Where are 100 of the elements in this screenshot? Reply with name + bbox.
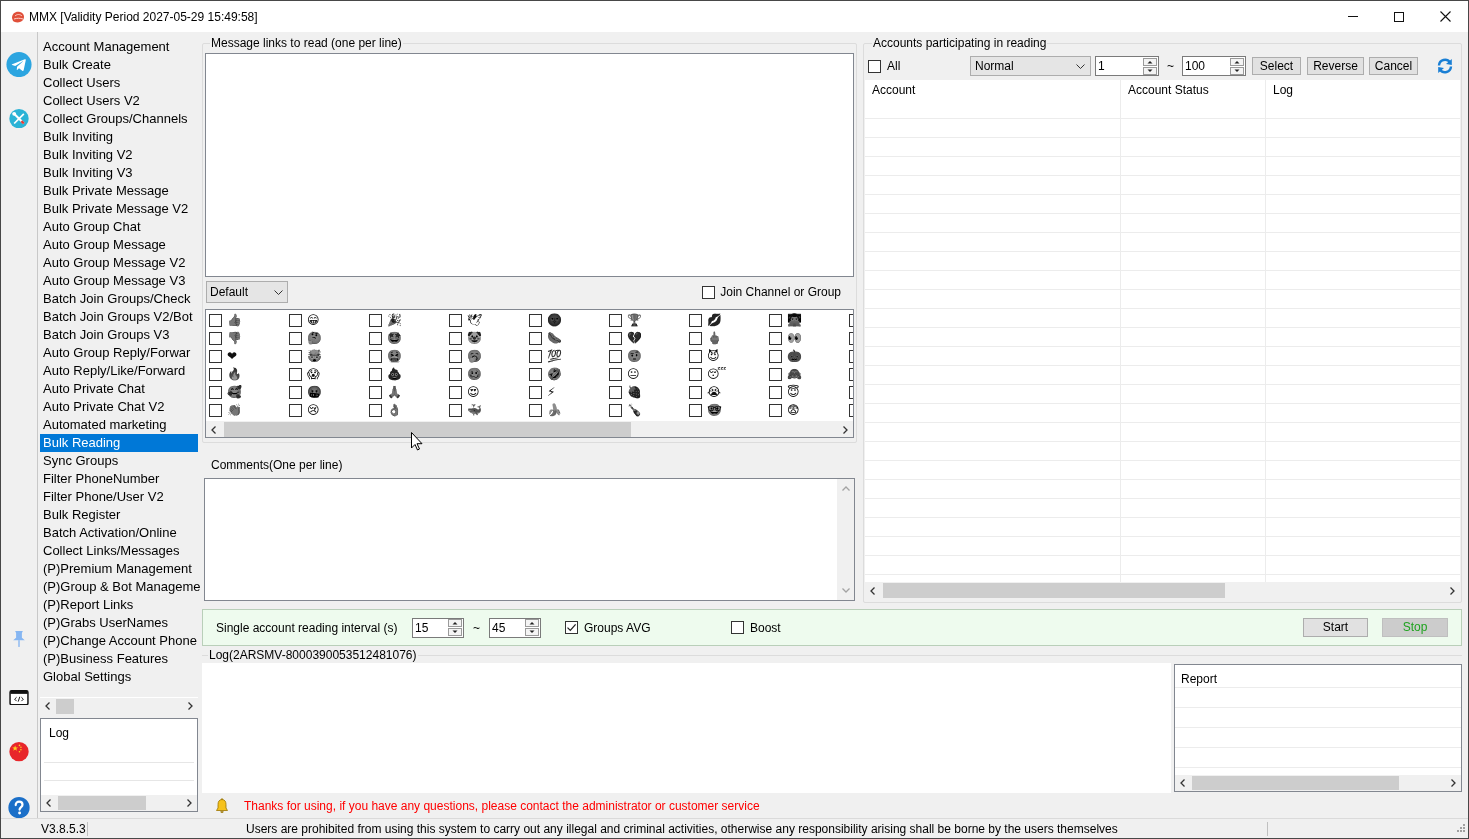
checkbox[interactable]: [369, 367, 382, 381]
column-header[interactable]: Account: [865, 80, 1121, 100]
sidebar-item[interactable]: (P)Grabs UserNames: [40, 614, 198, 632]
number-field[interactable]: 1: [1095, 56, 1159, 76]
sidebar-item[interactable]: Bulk Private Message: [40, 182, 198, 200]
resize-grip-icon[interactable]: [1455, 823, 1465, 834]
checkbox[interactable]: [209, 385, 222, 399]
checkbox[interactable]: [529, 313, 542, 327]
checkbox[interactable]: [769, 385, 782, 399]
spin-up-icon[interactable]: [1143, 57, 1157, 66]
checkbox[interactable]: [369, 313, 382, 327]
sidebar-item[interactable]: Global Settings: [40, 668, 198, 686]
checkbox[interactable]: [289, 349, 302, 363]
checkbox[interactable]: [849, 385, 853, 399]
sidebar-item[interactable]: Bulk Reading: [40, 434, 198, 452]
horizontal-scrollbar[interactable]: [865, 582, 1460, 599]
checkbox[interactable]: [209, 403, 222, 417]
checkbox[interactable]: [449, 367, 462, 381]
spin-up-icon[interactable]: [1230, 57, 1244, 66]
start-button[interactable]: Start: [1303, 618, 1368, 637]
checkbox[interactable]: [769, 367, 782, 381]
checkbox[interactable]: [702, 285, 716, 299]
checkbox[interactable]: [209, 331, 222, 345]
number-field[interactable]: 15: [412, 617, 464, 638]
checkbox[interactable]: [689, 367, 702, 381]
checkbox[interactable]: [529, 349, 542, 363]
preset-dropdown[interactable]: Default: [206, 281, 288, 303]
sidebar-item[interactable]: Auto Group Message: [40, 236, 198, 254]
checkbox[interactable]: [529, 331, 542, 345]
checkbox[interactable]: [769, 331, 782, 345]
sidebar-item[interactable]: (P)Group & Bot Manageme: [40, 578, 198, 596]
sidebar-item[interactable]: Auto Private Chat: [40, 380, 198, 398]
checkbox[interactable]: [449, 313, 462, 327]
maximize-icon[interactable]: [1394, 11, 1404, 22]
sidebar-item[interactable]: Bulk Create: [40, 56, 198, 74]
checkbox[interactable]: [731, 621, 744, 634]
checkbox[interactable]: [849, 403, 853, 417]
column-header[interactable]: Log: [1266, 80, 1460, 100]
sidebar-item[interactable]: Auto Group Chat: [40, 218, 198, 236]
close-icon[interactable]: [1439, 11, 1451, 22]
scrollbar-thumb[interactable]: [1192, 776, 1399, 790]
flag-icon[interactable]: [9, 742, 29, 762]
number-field[interactable]: 45: [489, 617, 541, 638]
checkbox[interactable]: [209, 367, 222, 381]
horizontal-scrollbar[interactable]: [41, 795, 197, 811]
number-field[interactable]: 100: [1182, 56, 1246, 76]
spin-down-icon[interactable]: [1143, 66, 1157, 75]
paper-plane-icon[interactable]: [6, 52, 32, 78]
sidebar-item[interactable]: (P)Business Features: [40, 650, 198, 668]
checkbox[interactable]: [609, 331, 622, 345]
horizontal-scrollbar[interactable]: [206, 421, 853, 437]
checkbox[interactable]: [609, 385, 622, 399]
horizontal-scrollbar[interactable]: [1175, 775, 1461, 791]
sidebar-item[interactable]: Collect Links/Messages: [40, 542, 198, 560]
spin-down-icon[interactable]: [525, 628, 539, 636]
column-header[interactable]: Report: [1175, 665, 1461, 688]
checkbox[interactable]: [769, 313, 782, 327]
sidebar-item[interactable]: Auto Private Chat V2: [40, 398, 198, 416]
checkbox[interactable]: [689, 349, 702, 363]
checkbox[interactable]: [689, 385, 702, 399]
sidebar-item[interactable]: Batch Join Groups V3: [40, 326, 198, 344]
sidebar-item[interactable]: Collect Users: [40, 74, 198, 92]
toolbar-button[interactable]: Reverse: [1307, 57, 1364, 75]
checkbox[interactable]: [769, 349, 782, 363]
checkbox[interactable]: [449, 403, 462, 417]
checkbox[interactable]: [369, 385, 382, 399]
sidebar-item[interactable]: Bulk Inviting V2: [40, 146, 198, 164]
spin-down-icon[interactable]: [1230, 66, 1244, 75]
checkbox[interactable]: [449, 349, 462, 363]
sidebar-item[interactable]: Auto Group Message V2: [40, 254, 198, 272]
checkbox[interactable]: [289, 367, 302, 381]
sidebar-item[interactable]: Bulk Register: [40, 506, 198, 524]
checkbox[interactable]: [289, 313, 302, 327]
checkbox[interactable]: [609, 403, 622, 417]
checkbox[interactable]: [289, 331, 302, 345]
sidebar-item[interactable]: Bulk Inviting V3: [40, 164, 198, 182]
checkbox[interactable]: [369, 331, 382, 345]
spin-up-icon[interactable]: [525, 619, 539, 627]
checkbox[interactable]: [565, 621, 578, 634]
scrollbar-thumb[interactable]: [224, 422, 631, 437]
sidebar-item[interactable]: Auto Group Message V3: [40, 272, 198, 290]
scrollbar-thumb[interactable]: [883, 583, 1225, 598]
sidebar-item[interactable]: Automated marketing: [40, 416, 198, 434]
sidebar-item[interactable]: Sync Groups: [40, 452, 198, 470]
sidebar-item[interactable]: Collect Users V2: [40, 92, 198, 110]
sidebar-item[interactable]: Batch Activation/Online: [40, 524, 198, 542]
checkbox[interactable]: [289, 385, 302, 399]
checkbox[interactable]: [209, 349, 222, 363]
checkbox[interactable]: [849, 349, 853, 363]
checkbox[interactable]: [849, 367, 853, 381]
help-icon[interactable]: [8, 796, 30, 818]
sidebar-item[interactable]: Account Management: [40, 38, 198, 56]
checkbox[interactable]: [689, 331, 702, 345]
checkbox[interactable]: [369, 349, 382, 363]
sidebar-item[interactable]: (P)Change Account Phone: [40, 632, 198, 650]
column-header[interactable]: Account Status: [1121, 80, 1266, 100]
sidebar-item[interactable]: Batch Join Groups V2/Bot: [40, 308, 198, 326]
checkbox[interactable]: [849, 331, 853, 345]
checkbox[interactable]: [849, 313, 853, 327]
toolbar-button[interactable]: Select: [1252, 57, 1301, 75]
